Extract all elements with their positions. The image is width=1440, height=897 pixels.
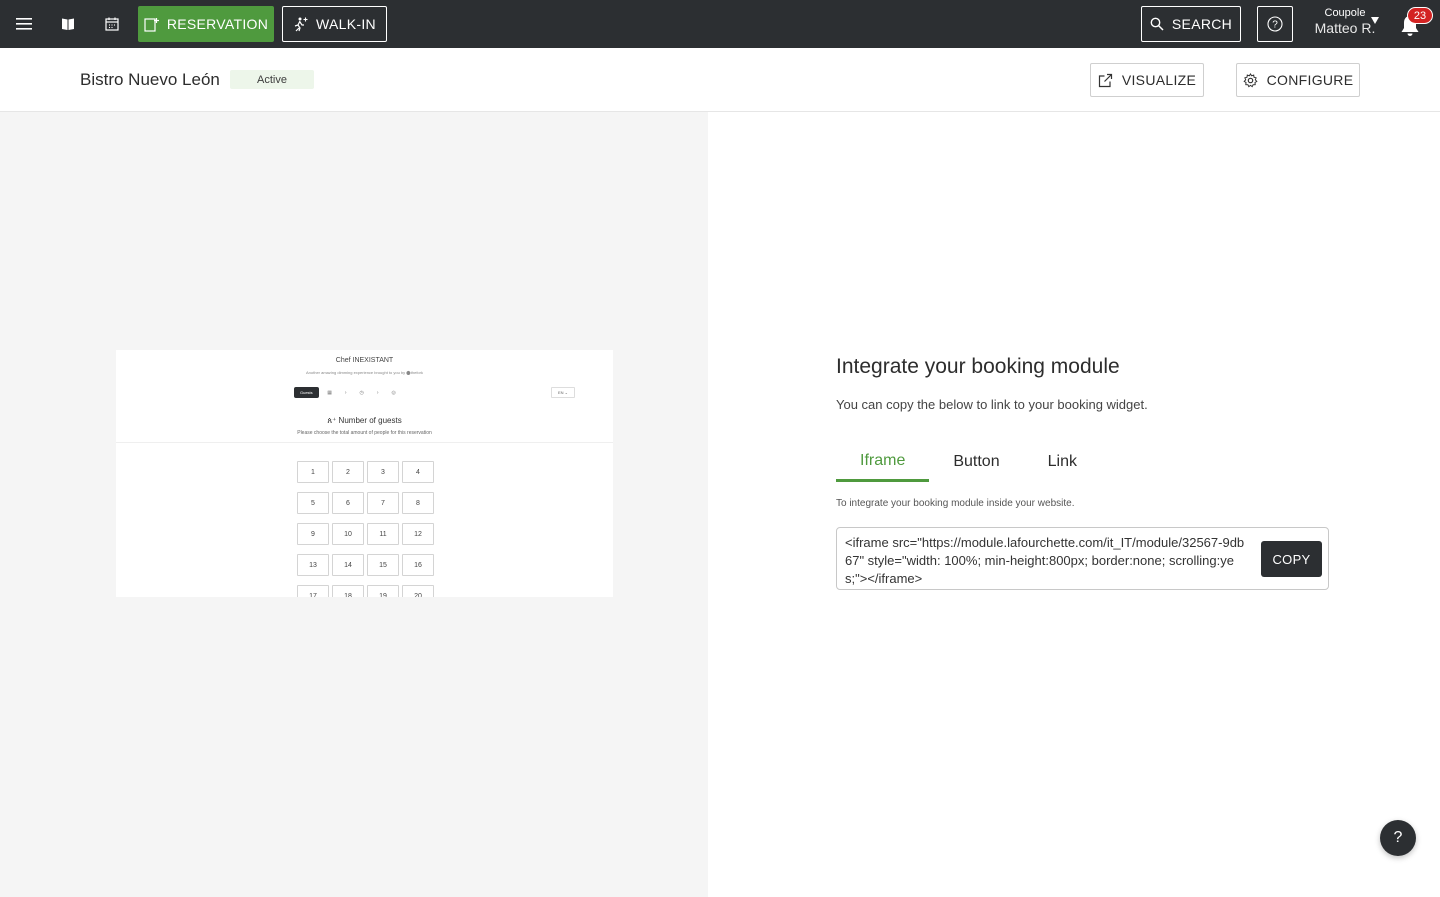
booking-module-preview: Chef INEXISTANT Another amazing dimming … [116,350,613,597]
guest-option: 1 [297,461,329,483]
search-button[interactable]: SEARCH [1141,6,1241,42]
guest-option: 8 [402,492,434,514]
step-time-icon: ◷ [359,389,364,396]
preview-description: Please choose the total amount of people… [297,430,432,436]
book-icon[interactable] [56,12,80,36]
tab-button[interactable]: Button [929,442,1023,482]
tab-link[interactable]: Link [1024,442,1101,482]
preview-title: Chef INEXISTANT [335,357,394,364]
configure-button[interactable]: CONFIGURE [1236,63,1360,97]
step-guests: Guests [294,387,319,398]
preview-divider [116,442,613,443]
add-reservation-icon [144,17,159,32]
guest-option: 13 [297,554,329,576]
gear-icon [1243,72,1258,87]
visualize-label: VISUALIZE [1121,72,1197,88]
integration-title: Integrate your booking module [836,355,1120,378]
walk-in-label: WALK-IN [316,16,376,32]
status-badge: Active [230,70,314,89]
preview-panel: Chef INEXISTANT Another amazing dimming … [0,112,708,897]
walk-in-button[interactable]: WALK-IN [282,6,387,42]
step-confirm-icon: ◎ [391,389,396,396]
guest-option: 7 [367,492,399,514]
guest-option: 5 [297,492,329,514]
guest-option: 3 [367,461,399,483]
integration-tabs: Iframe Button Link [836,442,1101,482]
guest-option: 6 [332,492,364,514]
chevron-right-icon: › [376,389,379,396]
guest-option: 19 [367,585,399,597]
new-reservation-button[interactable]: RESERVATION [138,6,274,42]
svg-text:?: ? [1272,20,1278,31]
search-label: SEARCH [1171,16,1233,32]
guest-count-grid: 1 2 3 4 5 6 7 8 9 10 11 12 13 14 15 16 17 18 19 20 [297,461,434,597]
guest-option: 12 [402,523,434,545]
venue-name: Bistro Nuevo León [80,70,220,89]
preview-steps: Guests ▦ › ◷ › ◎ [294,387,399,398]
guest-option: 10 [332,523,364,545]
guest-option: 17 [297,585,329,597]
guest-option: 4 [402,461,434,483]
venue-header: Bistro Nuevo León Active VISUALIZE CONFI… [0,48,1440,112]
search-icon [1150,17,1164,31]
visualize-button[interactable]: VISUALIZE [1090,63,1204,97]
chevron-right-icon: › [344,389,347,396]
guest-option: 9 [297,523,329,545]
help-button[interactable]: ? [1257,6,1293,42]
top-navigation-bar: RESERVATION WALK-IN SEARCH ? Coupole Mat… [0,0,1440,48]
external-link-icon [1098,73,1112,87]
integration-panel: Integrate your booking module You can co… [708,112,1440,897]
copy-button[interactable]: COPY [1261,541,1322,577]
notification-count-badge: 23 [1407,7,1433,24]
configure-label: CONFIGURE [1266,72,1354,88]
guest-option: 11 [367,523,399,545]
tab-iframe[interactable]: Iframe [836,442,930,482]
guest-option: 15 [367,554,399,576]
guest-option: 2 [332,461,364,483]
guests-icon: ጰ⁺ [327,416,337,425]
step-date-icon: ▦ [327,389,333,396]
guest-option: 14 [332,554,364,576]
preview-subtitle: Another amazing dimming experience broug… [306,370,423,375]
integration-help-text: To integrate your booking module inside … [836,498,1075,509]
preview-heading: ጰ⁺ Number of guests [327,416,402,425]
hamburger-icon[interactable] [12,12,36,36]
walking-person-icon [294,17,308,31]
guest-option: 16 [402,554,434,576]
embed-code-field[interactable]: <iframe src="https://module.lafourchette… [836,527,1329,590]
guest-option: 20 [402,585,434,597]
calendar-icon[interactable] [100,12,124,36]
question-circle-icon: ? [1267,16,1283,32]
chevron-down-icon[interactable] [1371,17,1379,24]
help-chat-button[interactable]: ? [1380,820,1416,856]
integration-subtitle: You can copy the below to link to your b… [836,397,1148,412]
preview-language-select: EN ⌄ [551,387,575,398]
guest-option: 18 [332,585,364,597]
embed-code-text[interactable]: <iframe src="https://module.lafourchette… [845,534,1245,588]
reservation-label: RESERVATION [166,16,269,32]
